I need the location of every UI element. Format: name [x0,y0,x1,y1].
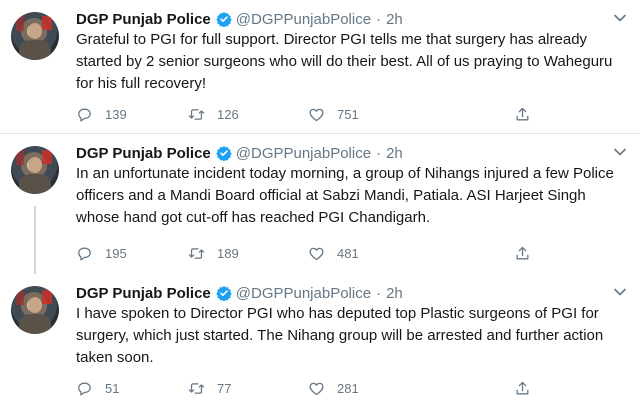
retweet-icon [188,247,205,259]
reply-button[interactable]: 195 [76,243,127,263]
retweet-count: 189 [217,245,239,261]
tweet-text: In an unfortunate incident today morning… [76,165,614,226]
tweet[interactable]: DGP Punjab Police @DGPPunjabPolice · 2h … [0,134,640,274]
like-button[interactable]: 281 [308,378,359,398]
author-handle[interactable]: @DGPPunjabPolice [236,145,371,162]
share-icon [516,381,529,394]
share-button[interactable] [514,104,531,124]
avatar[interactable] [11,12,59,60]
retweet-button[interactable]: 189 [188,243,239,263]
verified-badge-icon [216,146,232,161]
tweet-header: DGP Punjab Police @DGPPunjabPolice · 2h [76,142,403,164]
tweet[interactable]: DGP Punjab Police @DGPPunjabPolice · 2h … [0,0,640,134]
author-handle[interactable]: @DGPPunjabPolice [236,11,371,28]
like-button[interactable]: 481 [308,243,359,263]
avatar[interactable] [11,286,59,334]
tweet[interactable]: DGP Punjab Police @DGPPunjabPolice · 2h … [0,274,640,410]
heart-icon [309,108,324,121]
reply-icon [78,108,91,122]
tweet-text: I have spoken to Director PGI who has de… [76,305,604,366]
tweet-actions: 139 126 751 [76,104,536,124]
retweet-icon [188,108,205,120]
avatar[interactable] [11,146,59,194]
reply-icon [78,382,91,396]
retweet-icon [188,382,205,394]
verified-badge-icon [216,12,232,27]
verified-badge-icon [216,286,232,301]
tweet-actions: 195 189 481 [76,243,536,263]
separator-dot: · [376,284,382,302]
chevron-down-icon[interactable] [613,285,627,299]
tweet-timestamp[interactable]: 2h [386,11,403,28]
author-handle[interactable]: @DGPPunjabPolice [236,285,371,302]
reply-count: 51 [105,380,120,396]
author-name[interactable]: DGP Punjab Police [76,145,211,162]
like-count: 751 [337,106,359,122]
reply-button[interactable]: 139 [76,104,127,124]
like-button[interactable]: 751 [308,104,359,124]
separator-dot: · [376,10,382,28]
tweet-actions: 51 77 281 [76,378,536,398]
retweet-count: 77 [217,380,232,396]
separator-dot: · [376,144,382,162]
retweet-button[interactable]: 77 [188,378,231,398]
author-name[interactable]: DGP Punjab Police [76,285,211,302]
reply-button[interactable]: 51 [76,378,119,398]
heart-icon [309,247,324,260]
tweet-text: Grateful to PGI for full support. Direct… [76,31,613,92]
share-button[interactable] [514,378,531,398]
share-icon [516,107,529,120]
reply-count: 195 [105,245,127,261]
tweet-timestamp[interactable]: 2h [386,285,403,302]
tweet-header: DGP Punjab Police @DGPPunjabPolice · 2h [76,282,403,304]
like-count: 481 [337,245,359,261]
chevron-down-icon[interactable] [613,11,627,25]
retweet-button[interactable]: 126 [188,104,239,124]
thread-connector-line [34,206,36,274]
reply-icon [78,247,91,261]
author-name[interactable]: DGP Punjab Police [76,11,211,28]
heart-icon [309,382,324,395]
tweet-timeline: DGP Punjab Police @DGPPunjabPolice · 2h … [0,0,640,410]
like-count: 281 [337,380,359,396]
reply-count: 139 [105,106,127,122]
chevron-down-icon[interactable] [613,145,627,159]
share-icon [516,246,529,259]
share-button[interactable] [514,243,531,263]
tweet-header: DGP Punjab Police @DGPPunjabPolice · 2h [76,8,403,30]
retweet-count: 126 [217,106,239,122]
tweet-timestamp[interactable]: 2h [386,145,403,162]
